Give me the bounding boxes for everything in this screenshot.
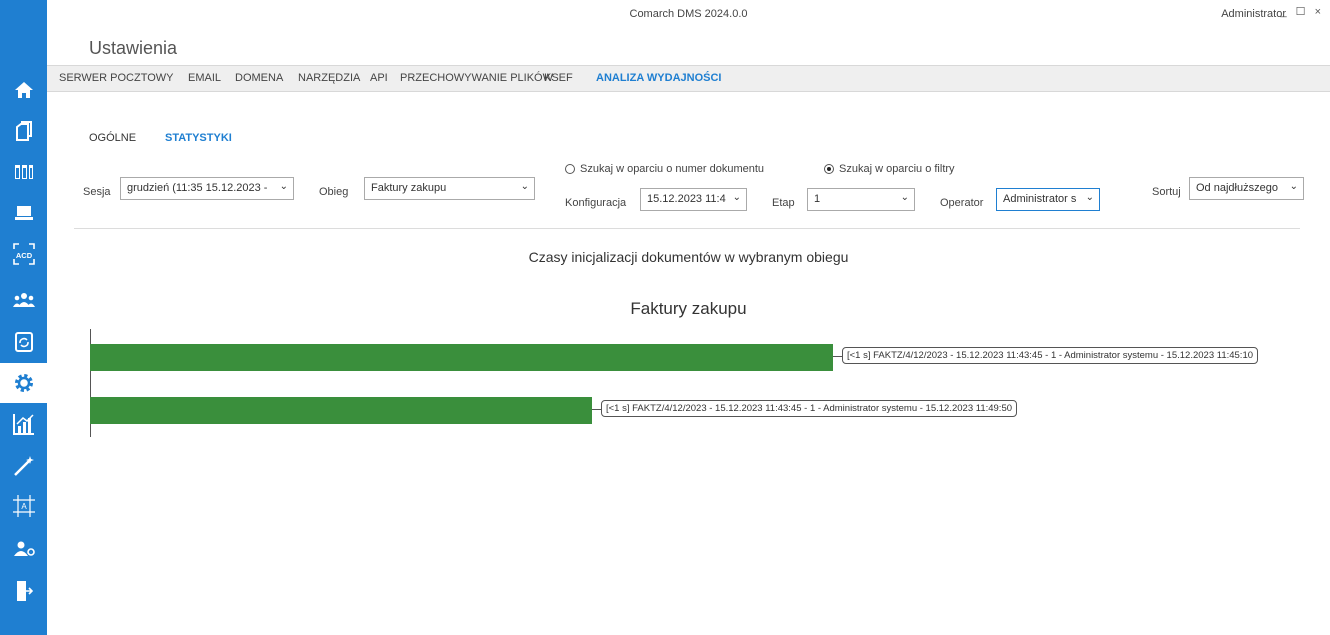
etap-label: Etap (772, 197, 795, 209)
operator-select[interactable]: Administrator s ⌄ (996, 188, 1100, 211)
sortuj-select[interactable]: Od najdłuższego ⌄ (1189, 177, 1304, 200)
home-icon[interactable] (0, 75, 47, 105)
users-group-icon[interactable] (0, 285, 47, 315)
label-leader-line (592, 409, 601, 410)
columns-icon[interactable] (0, 157, 47, 187)
radio-search-by-number-label[interactable]: Szukaj w oparciu o numer dokumentu (580, 163, 764, 175)
magic-wand-icon[interactable] (0, 451, 47, 481)
sidebar: ACD A (0, 0, 47, 635)
page-title: Ustawienia (89, 38, 178, 58)
etap-value: 1 (814, 193, 821, 205)
operator-value: Administrator s (1003, 193, 1077, 205)
obieg-select[interactable]: Faktury zakupu ⌄ (364, 177, 535, 200)
radio-search-by-filters-label[interactable]: Szukaj w oparciu o filtry (839, 163, 955, 175)
template-designer-icon[interactable]: A (0, 491, 47, 521)
user-name[interactable]: Administrator (1221, 8, 1286, 20)
konfiguracja-select[interactable]: 15.12.2023 11:4 ⌄ (640, 188, 747, 211)
chevron-down-icon: ⌄ (900, 192, 909, 203)
divider (74, 228, 1300, 229)
title-bar: Comarch DMS 2024.0.0 Administrator _ ☐ × (47, 0, 1330, 30)
menu-item-przechowywanie-plikow[interactable]: PRZECHOWYWANIE PLIKÓW (400, 72, 553, 84)
chart-title: Czasy inicjalizacji dokumentów w wybrany… (528, 249, 849, 265)
chart-bar[interactable] (90, 344, 833, 371)
data-label: [<1 s] FAKTZ/4/12/2023 - 15.12.2023 11:4… (842, 347, 1259, 364)
document-refresh-icon[interactable] (0, 327, 47, 357)
ocr-acd-icon[interactable]: ACD (0, 239, 47, 269)
app-title: Comarch DMS 2024.0.0 (629, 8, 748, 20)
sesja-value: grudzień (11:35 15.12.2023 - (127, 182, 268, 194)
radio-search-by-filters[interactable] (824, 164, 834, 174)
chevron-down-icon: ⌄ (520, 181, 529, 192)
computer-icon[interactable] (0, 198, 47, 228)
data-label: [<1 s] FAKTZ/4/12/2023 - 15.12.2023 11:4… (601, 400, 1018, 417)
menu-item-analiza-wydajnosci[interactable]: ANALIZA WYDAJNOŚCI (596, 72, 721, 84)
chart-bar[interactable] (90, 397, 592, 424)
chevron-down-icon: ⌄ (279, 181, 288, 192)
statistics-icon[interactable] (0, 409, 47, 439)
menu-item-ksef[interactable]: KSEF (544, 72, 573, 84)
sortuj-value: Od najdłuższego (1196, 182, 1278, 194)
svg-text:ACD: ACD (15, 251, 32, 260)
sesja-select[interactable]: grudzień (11:35 15.12.2023 - ⌄ (120, 177, 294, 200)
menu-item-api[interactable]: API (370, 72, 388, 84)
obieg-label: Obieg (319, 186, 349, 198)
tab-statystyki[interactable]: STATYSTYKI (165, 132, 232, 144)
gear-icon[interactable] (0, 363, 47, 403)
chart-subtitle: Faktury zakupu (630, 299, 747, 318)
obieg-value: Faktury zakupu (371, 182, 447, 194)
operator-label: Operator (940, 197, 984, 209)
sortuj-label: Sortuj (1152, 186, 1181, 198)
label-leader-line (833, 356, 842, 357)
exit-icon[interactable] (0, 576, 47, 606)
menu-item-email[interactable]: EMAIL (188, 72, 221, 84)
settings-menu-bar: SERWER POCZTOWY EMAIL DOMENA NARZĘDZIA A… (47, 65, 1330, 92)
tab-ogolne[interactable]: OGÓLNE (89, 132, 136, 144)
radio-search-by-number[interactable] (565, 164, 575, 174)
konfiguracja-label: Konfiguracja (565, 197, 627, 209)
menu-item-serwer-pocztowy[interactable]: SERWER POCZTOWY (59, 72, 174, 84)
chevron-down-icon: ⌄ (1085, 192, 1094, 203)
user-settings-icon[interactable] (0, 534, 47, 564)
chevron-down-icon: ⌄ (732, 192, 741, 203)
etap-select[interactable]: 1 ⌄ (807, 188, 915, 211)
window-controls[interactable]: _ ☐ × (1280, 5, 1324, 18)
svg-text:A: A (21, 502, 27, 511)
menu-item-narzedzia[interactable]: NARZĘDZIA (298, 72, 360, 84)
menu-item-domena[interactable]: DOMENA (235, 72, 283, 84)
chevron-down-icon: ⌄ (1289, 181, 1298, 192)
konfiguracja-value: 15.12.2023 11:4 (647, 193, 726, 205)
documents-icon[interactable] (0, 116, 47, 146)
sesja-label: Sesja (83, 186, 111, 198)
